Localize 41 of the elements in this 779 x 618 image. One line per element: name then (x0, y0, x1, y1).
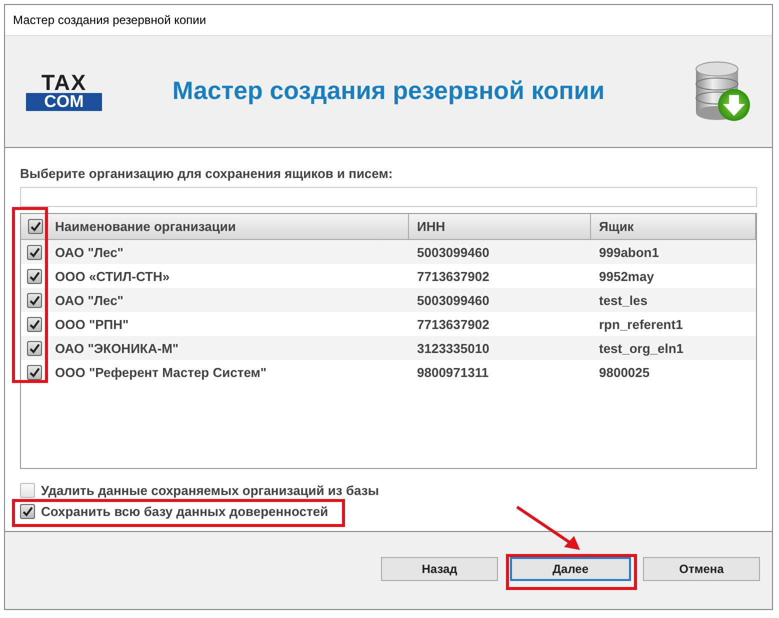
checkbox[interactable] (26, 340, 42, 356)
search-field[interactable] (20, 187, 757, 207)
wizard-button[interactable]: Отмена (643, 556, 760, 580)
table-cell-text: 9800971311 (416, 364, 490, 380)
checkbox[interactable] (26, 244, 42, 260)
table-cell-text: 7713637902 (416, 316, 490, 332)
wizard-button[interactable]: Назад (381, 556, 498, 580)
table-cell-text: 9800025 (598, 364, 651, 380)
table-cell-text: 5003099460 (416, 244, 490, 260)
table-cell-text: ООО «СТИЛ-СТН» (54, 268, 171, 284)
checkbox[interactable] (20, 483, 35, 498)
table-cell-text: ООО "Референт Мастер Систем" (54, 364, 268, 380)
table-cell-text: ООО "РПН" (54, 316, 130, 332)
table-cell-text: rpn_referent1 (598, 316, 684, 332)
table-cell-text: 5003099460 (416, 292, 490, 308)
table-cell-text: 7713637902 (416, 268, 490, 284)
checkbox[interactable] (26, 268, 42, 284)
checkbox[interactable] (26, 364, 42, 380)
table-cell-text: ОАО "ЭКОНИКА-М" (54, 340, 180, 356)
checkbox[interactable] (26, 316, 42, 332)
logo: TAX COM (25, 72, 103, 110)
column-header[interactable]: ИНН (409, 214, 591, 239)
wizard-title: Мастер создания резервной копии (171, 77, 606, 106)
table-cell-text: ОАО "Лес" (54, 292, 124, 308)
window-title: Мастер создания резервной копии (13, 13, 206, 27)
option-label: Удалить данные сохраняемых организаций из базы (41, 483, 379, 498)
table-cell-text: 9952may (598, 268, 655, 284)
checkbox[interactable] (28, 219, 43, 234)
checkbox[interactable] (20, 504, 35, 519)
table-cell-text: ОАО "Лес" (54, 244, 124, 260)
table-cell-text: test_org_eln1 (598, 340, 685, 356)
option-label: Сохранить всю базу данных доверенностей (41, 504, 328, 519)
table-cell-text: test_les (598, 292, 648, 308)
prompt-label: Выберите организацию для сохранения ящиков и писем: (20, 166, 394, 181)
table-cell-text: 999abon1 (598, 244, 660, 260)
checkbox[interactable] (26, 292, 42, 308)
column-header[interactable]: Ящик (591, 214, 756, 239)
database-download-icon (694, 60, 752, 122)
column-header[interactable]: Наименование организации (47, 214, 409, 239)
table-cell-text: 3123335010 (416, 340, 490, 356)
wizard-button[interactable]: Далее (510, 556, 631, 580)
